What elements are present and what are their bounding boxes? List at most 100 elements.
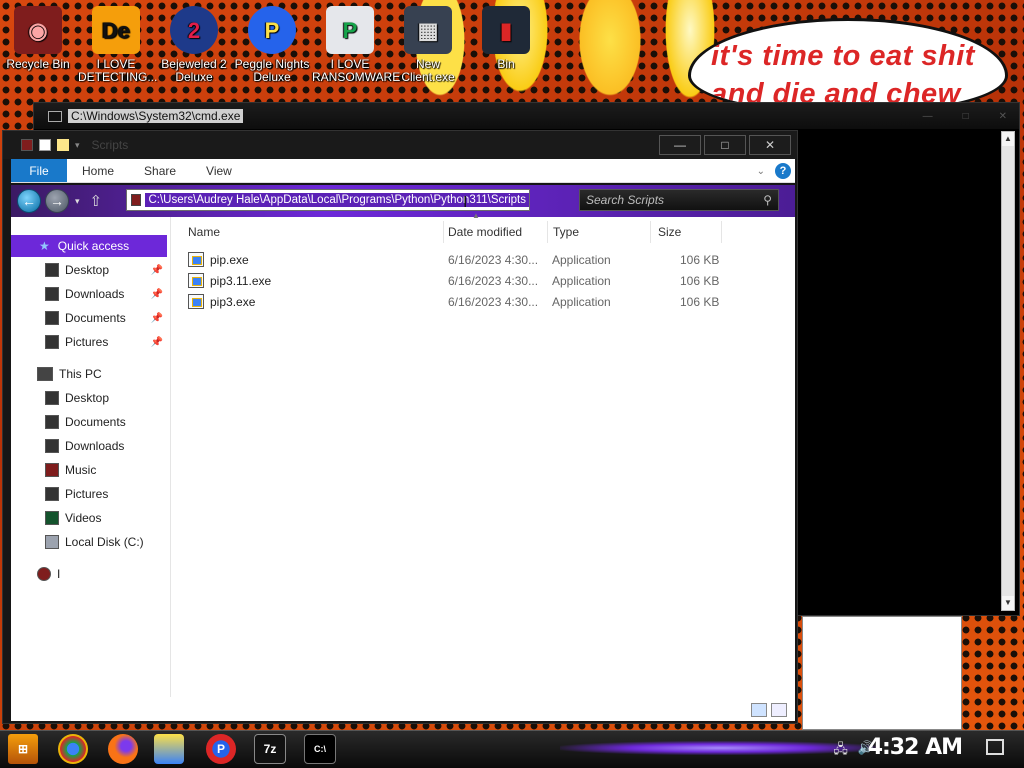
address-input[interactable]: C:\Users\Audrey Hale\AppData\Local\Progr…: [126, 189, 530, 211]
file-name: pip3.exe: [210, 295, 256, 309]
taskbar-clock[interactable]: 4:32 AM: [868, 735, 963, 760]
desktop-icon-bin[interactable]: ▮ Bin: [468, 6, 544, 71]
nav-pc-documents[interactable]: Documents: [11, 411, 167, 433]
file-explorer-window[interactable]: ▾ Scripts — □ ✕ File Home Share View ⌄ ?…: [2, 130, 798, 724]
file-date: 6/16/2023 4:30...: [448, 295, 539, 309]
maximize-button[interactable]: □: [704, 135, 746, 155]
column-header-size[interactable]: Size: [652, 221, 722, 243]
nav-qa-downloads[interactable]: Downloads 📌: [11, 283, 167, 305]
pictures-folder-icon: [45, 335, 59, 349]
file-date: 6/16/2023 4:30...: [448, 274, 539, 288]
cmd-maximize-button[interactable]: □: [963, 111, 969, 122]
desktop-icon-recycle-bin[interactable]: ◉ Recycle Bin: [0, 6, 76, 71]
large-icons-view-icon[interactable]: [771, 703, 787, 717]
back-button[interactable]: ←: [17, 189, 41, 213]
desktop-icon-ransomware[interactable]: P I LOVE RANSOMWARE: [312, 6, 401, 84]
file-size: 106 KB: [680, 253, 720, 267]
peggle-icon: P: [248, 6, 296, 54]
firefox-icon[interactable]: [108, 734, 138, 764]
tab-home[interactable]: Home: [67, 159, 129, 182]
nav-other-location[interactable]: I: [11, 563, 167, 585]
details-view-icon[interactable]: [751, 703, 767, 717]
nav-qa-pictures[interactable]: Pictures 📌: [11, 331, 167, 353]
nav-item-label: Downloads: [65, 439, 125, 453]
new-folder-icon[interactable]: [57, 139, 69, 151]
search-icon[interactable]: ⚲: [763, 190, 772, 210]
nav-item-label: Quick access: [57, 239, 130, 253]
file-list-pane[interactable]: ▲ Name Date modified Type Size pip.exe 6…: [172, 211, 795, 697]
cmd-scrollbar[interactable]: ▲ ▼: [1001, 131, 1015, 611]
nav-quick-access[interactable]: ★ Quick access: [11, 235, 167, 257]
explorer-titlebar[interactable]: ▾ Scripts — □ ✕: [3, 131, 797, 159]
nav-item-label: Videos: [65, 511, 102, 525]
nav-pc-local-disk[interactable]: Local Disk (C:): [11, 531, 167, 553]
disc-icon: [37, 567, 51, 581]
nav-item-label: Downloads: [65, 287, 125, 301]
chrome-icon[interactable]: [58, 734, 88, 764]
scroll-down-icon[interactable]: ▼: [1002, 596, 1014, 610]
column-header-date[interactable]: Date modified: [442, 221, 548, 243]
executable-icon: ▦: [404, 6, 452, 54]
bin-icon: ▮: [482, 6, 530, 54]
nav-qa-desktop[interactable]: Desktop 📌: [11, 259, 167, 281]
column-header-type[interactable]: Type: [547, 221, 651, 243]
notification-center-icon[interactable]: [986, 739, 1004, 755]
tab-file[interactable]: File: [11, 159, 67, 182]
nav-qa-documents[interactable]: Documents 📌: [11, 307, 167, 329]
minimize-button[interactable]: —: [659, 135, 701, 155]
nav-item-label: Pictures: [65, 487, 109, 501]
nav-item-label: Local Disk (C:): [65, 535, 144, 549]
close-button[interactable]: ✕: [749, 135, 791, 155]
nav-item-label: Documents: [65, 415, 126, 429]
nav-pc-music[interactable]: Music: [11, 459, 167, 481]
cmd-minimize-button[interactable]: —: [923, 111, 933, 122]
file-row[interactable]: pip3.11.exe 6/16/2023 4:30... Applicatio…: [188, 271, 748, 291]
file-row[interactable]: pip.exe 6/16/2023 4:30... Application 10…: [188, 250, 748, 270]
help-icon[interactable]: ?: [775, 163, 791, 179]
nav-pc-videos[interactable]: Videos: [11, 507, 167, 529]
pin-icon[interactable]: 📌: [151, 289, 163, 300]
column-header-name[interactable]: Name: [182, 221, 444, 243]
desktop-icon-label: New Client.exe: [401, 57, 455, 84]
nav-pc-pictures[interactable]: Pictures: [11, 483, 167, 505]
tab-share[interactable]: Share: [129, 159, 191, 182]
cmd-close-button[interactable]: ✕: [999, 111, 1007, 122]
scroll-up-icon[interactable]: ▲: [1002, 132, 1014, 146]
customize-toolbar-icon[interactable]: ▾: [75, 140, 80, 151]
navigation-pane[interactable]: ★ Quick access Desktop 📌 Downloads 📌 Doc…: [11, 217, 171, 697]
forward-button[interactable]: →: [45, 189, 69, 213]
search-input[interactable]: Search Scripts ⚲: [579, 189, 779, 211]
tab-view[interactable]: View: [191, 159, 247, 182]
nav-pc-downloads[interactable]: Downloads: [11, 435, 167, 457]
desktop-icon-bejeweled[interactable]: 2 Bejeweled 2 Deluxe: [156, 6, 232, 84]
file-name: pip3.11.exe: [210, 274, 272, 288]
file-type: Application: [552, 295, 611, 309]
pin-icon[interactable]: 📌: [151, 313, 163, 324]
desktop-icon-new-client[interactable]: ▦ New Client.exe: [390, 6, 466, 84]
expand-ribbon-icon[interactable]: ⌄: [757, 166, 765, 177]
cmd-titlebar[interactable]: C:\Windows\System32\cmd.exe: [34, 103, 1019, 129]
file-explorer-icon[interactable]: [154, 734, 184, 764]
cmd-icon[interactable]: C:\: [304, 734, 336, 764]
7zip-icon[interactable]: 7z: [254, 734, 286, 764]
nav-pc-desktop[interactable]: Desktop: [11, 387, 167, 409]
pin-icon[interactable]: 📌: [151, 337, 163, 348]
address-path-text[interactable]: C:\Users\Audrey Hale\AppData\Local\Progr…: [145, 193, 529, 207]
desktop-folder-icon: [45, 391, 59, 405]
desktop-icon-i-love-detecting[interactable]: De I LOVE DETECTING...: [78, 6, 157, 84]
peggle-icon[interactable]: P: [206, 734, 236, 764]
start-button[interactable]: ⊞: [8, 734, 38, 764]
network-icon[interactable]: 🖧: [833, 740, 848, 762]
properties-icon[interactable]: [39, 139, 51, 151]
pin-icon[interactable]: 📌: [151, 265, 163, 276]
file-row[interactable]: pip3.exe 6/16/2023 4:30... Application 1…: [188, 292, 748, 312]
desktop-icon-label: Peggle Nights Deluxe: [234, 57, 310, 84]
sort-indicator-icon: ▲: [472, 211, 480, 220]
recent-locations-icon[interactable]: ▾: [75, 196, 80, 207]
nav-this-pc[interactable]: This PC: [11, 363, 167, 385]
up-folder-icon[interactable]: ⇧: [90, 192, 103, 210]
file-size: 106 KB: [680, 295, 720, 309]
pictures-folder-icon: [45, 487, 59, 501]
desktop-icon-label: I LOVE RANSOMWARE: [312, 57, 401, 84]
desktop-icon-peggle[interactable]: P Peggle Nights Deluxe: [234, 6, 310, 84]
